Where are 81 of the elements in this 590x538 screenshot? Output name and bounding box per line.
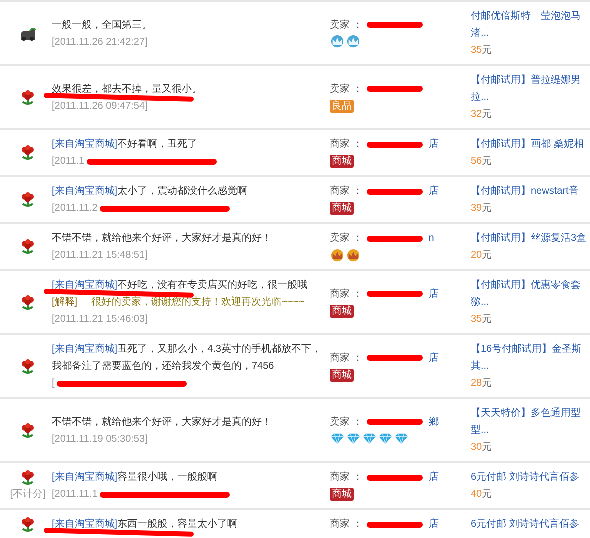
price: 20 (471, 250, 482, 261)
product-title[interactable]: 【付邮试用】newstart音 (471, 183, 590, 200)
price: 40 (471, 489, 482, 500)
price-unit: 元 (482, 250, 492, 261)
product-title[interactable]: 付邮优倍斯特 莹泡泡马 (471, 8, 590, 25)
review-date: [2011.11.21 15:46:03] (52, 313, 148, 327)
seller-label: 商家 ： (330, 470, 363, 485)
price-unit: 元 (482, 203, 492, 214)
seller-label: 卖家 ： (330, 82, 363, 96)
seller-label: 商家 ： (330, 352, 363, 366)
seller-label: 卖家 ： (330, 18, 363, 32)
product-title[interactable]: 【天天特价】多色通用型 (471, 405, 590, 422)
seller-name[interactable]: 店 (428, 469, 439, 486)
product-title[interactable]: 【16号付邮试用】金圣斯 (471, 341, 590, 358)
review-text: 一般一般，全国第三。 (52, 18, 153, 32)
review-date: [2011.11.19 05:30:53] (52, 432, 148, 446)
review-date: [ (52, 377, 55, 391)
review-text: [来自淘宝商城]丑死了，又那么小，4.3英寸的手机都放不下，我都备注了需要蓝色的，还给我发个黄色的，7456 (52, 342, 322, 374)
product-title[interactable]: 猕... (471, 294, 590, 311)
seller-label: 商家 ： (330, 138, 363, 152)
price: 35 (471, 45, 482, 56)
price: 28 (471, 378, 482, 389)
price-unit: 元 (482, 156, 492, 167)
review-text: 效果很差，都去不掉，量又很小。 (52, 82, 203, 96)
seller-name[interactable]: 店 (428, 286, 439, 302)
not-counted-label: [不计分] (10, 488, 46, 502)
product-title[interactable]: 拉... (471, 89, 590, 106)
source-link[interactable]: [来自淘宝商城] (52, 139, 118, 150)
source-link[interactable]: [来自淘宝商城] (52, 344, 118, 355)
review-text: [来自淘宝商城]不好看啊，丑死了 (52, 138, 199, 152)
product-title[interactable]: 【付邮试用】画都 桑妮相 (471, 136, 590, 153)
seller-name[interactable]: 店 (428, 350, 439, 366)
product-title[interactable]: 6元付邮 刘诗诗代言佰参 (471, 469, 590, 486)
price: 39 (471, 203, 482, 214)
price-unit: 元 (482, 109, 492, 120)
product-title[interactable]: 【付邮试用】普拉缇娜男 (471, 72, 590, 89)
seller-name[interactable]: 鄉 (428, 414, 439, 430)
review-date: [2011.11.21 15:48:51] (52, 249, 148, 263)
store-badge: 商城 (330, 304, 354, 318)
product-title[interactable]: 【付邮试用】丝源复活3盒 (471, 230, 590, 247)
seller-label: 商家 ： (330, 288, 363, 302)
store-badge: 商城 (330, 368, 354, 382)
price-unit: 元 (482, 378, 492, 389)
reply-text: 很好的卖家，谢谢您的支持！欢迎再次光临~~~~ (92, 296, 305, 310)
review-text: 不错不错，就给他来个好评，大家好才是真的好！ (52, 416, 273, 430)
price-unit: 元 (482, 489, 492, 500)
product-title[interactable]: 【付邮试用】优惠零食套 (471, 277, 590, 294)
review-date: [2011.11.1 (52, 488, 98, 502)
price-unit: 元 (482, 45, 492, 56)
seller-name[interactable]: n (428, 230, 434, 247)
store-badge: 商城 (330, 155, 354, 168)
review-text: 不错不错，就给他来个好评，大家好才是真的好！ (52, 232, 273, 246)
review-date: [2011.11.2 (52, 202, 98, 216)
source-link[interactable]: [来自淘宝商城] (52, 186, 118, 197)
reply-label: [解释] (52, 296, 78, 310)
review-date: [2011.1 (52, 155, 85, 169)
store-badge: 良品 (330, 100, 354, 112)
price: 30 (471, 442, 482, 453)
seller-label: 卖家 ： (330, 232, 363, 246)
price-unit: 元 (482, 314, 492, 325)
seller-name[interactable]: 店 (428, 516, 439, 533)
product-title[interactable]: 型... (471, 422, 590, 439)
store-badge: 商城 (330, 202, 354, 215)
store-badge: 商城 (330, 488, 354, 501)
price-unit: 元 (482, 442, 492, 453)
review-text: [来自淘宝商城]太小了，震动都没什么感觉啊 (52, 184, 249, 199)
review-text: [来自淘宝商城]容量很小哦，一般般啊 (52, 470, 219, 485)
price: 32 (471, 109, 482, 120)
seller-label: 商家 ： (330, 518, 363, 532)
source-link[interactable]: [来自淘宝商城] (52, 472, 118, 483)
seller-name[interactable]: 店 (428, 183, 439, 200)
review-date: [2011.11.26 09:47:54] (52, 100, 148, 114)
product-title[interactable]: 其... (471, 358, 590, 375)
seller-label: 卖家 ： (330, 416, 363, 430)
seller-label: 商家 ： (330, 184, 363, 199)
product-title[interactable]: 6元付邮 刘诗诗代言佰参 (471, 516, 590, 533)
price: 35 (471, 314, 482, 325)
price: 56 (471, 156, 482, 167)
review-date: [2011.11.26 21:42:27] (52, 36, 148, 50)
product-title[interactable]: 渚... (471, 25, 590, 42)
seller-name[interactable]: 店 (428, 136, 439, 153)
